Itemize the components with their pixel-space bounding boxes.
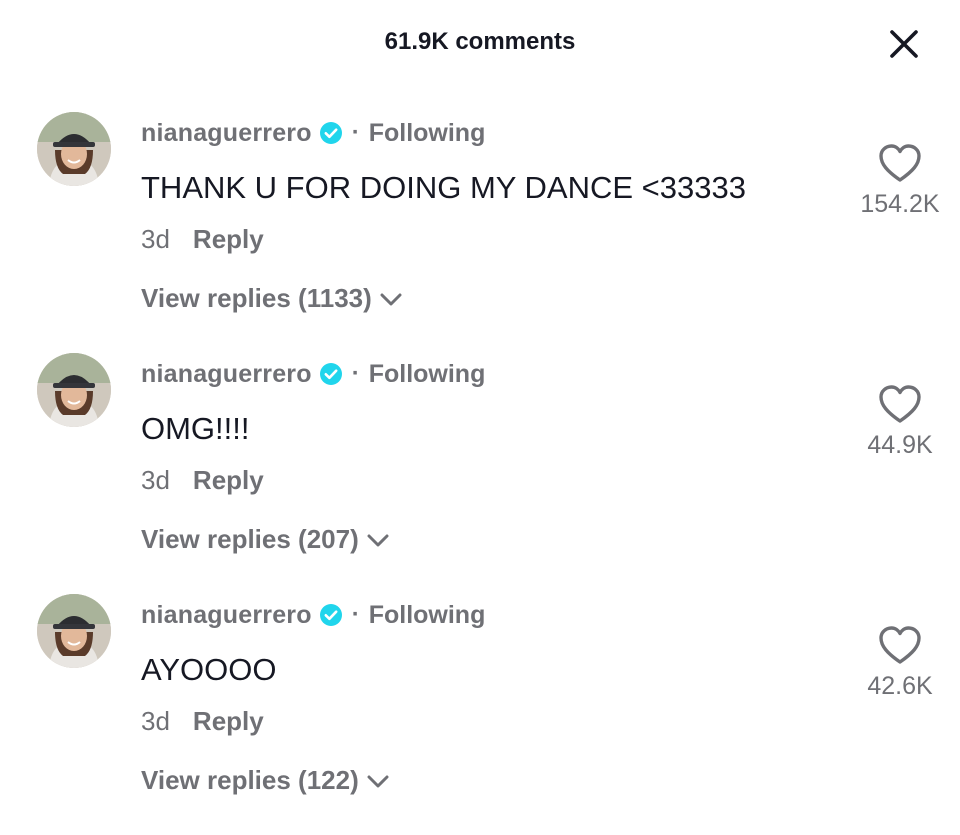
heart-outline-icon[interactable] xyxy=(877,142,923,184)
view-replies-label: View replies (1133) xyxy=(141,283,372,313)
view-replies-label: View replies (122) xyxy=(141,765,359,795)
view-replies-button[interactable]: View replies (1133) xyxy=(141,283,404,314)
comment-text: THANK U FOR DOING MY DANCE <33333 xyxy=(141,170,746,205)
following-label: Following xyxy=(368,359,486,388)
comment-header: nianaguerrero · Following xyxy=(141,598,485,632)
comments-header: 61.9K comments xyxy=(0,0,960,84)
username[interactable]: nianaguerrero xyxy=(141,119,312,148)
username[interactable]: nianaguerrero xyxy=(141,601,312,630)
avatar[interactable] xyxy=(37,112,111,186)
reply-button[interactable]: Reply xyxy=(193,465,264,496)
verified-badge-icon xyxy=(319,362,343,386)
comment-meta: 3d Reply xyxy=(141,465,264,496)
view-replies-label: View replies (207) xyxy=(141,524,359,554)
comment-timestamp: 3d xyxy=(141,224,170,254)
reply-button[interactable]: Reply xyxy=(193,224,264,255)
view-replies-button[interactable]: View replies (207) xyxy=(141,524,391,555)
following-label: Following xyxy=(368,118,486,147)
comment-header: nianaguerrero · Following xyxy=(141,357,485,391)
like-control: 44.9K xyxy=(830,383,960,460)
like-count: 42.6K xyxy=(867,672,933,700)
chevron-down-icon xyxy=(365,771,391,791)
chevron-down-icon xyxy=(378,289,404,309)
reply-button[interactable]: Reply xyxy=(193,706,264,737)
view-replies-button[interactable]: View replies (122) xyxy=(141,765,391,796)
verified-badge-icon xyxy=(319,603,343,627)
following-label: Following xyxy=(368,600,486,629)
like-count: 154.2K xyxy=(860,190,940,218)
avatar[interactable] xyxy=(37,353,111,427)
comment-text: AYOOOO xyxy=(141,652,277,687)
heart-outline-icon[interactable] xyxy=(877,624,923,666)
avatar[interactable] xyxy=(37,594,111,668)
separator-dot: · xyxy=(351,360,360,387)
comment-item: nianaguerrero · Following THANK U FOR DO… xyxy=(0,112,960,353)
like-control: 154.2K xyxy=(830,142,960,219)
username[interactable]: nianaguerrero xyxy=(141,360,312,389)
separator-dot: · xyxy=(351,119,360,146)
comment-timestamp: 3d xyxy=(141,706,170,736)
comment-item: nianaguerrero · Following OMG!!!! 3d Rep… xyxy=(0,353,960,594)
heart-outline-icon[interactable] xyxy=(877,383,923,425)
comments-count-title: 61.9K comments xyxy=(384,28,576,55)
verified-badge-icon xyxy=(319,121,343,145)
like-count: 44.9K xyxy=(867,431,933,459)
comment-meta: 3d Reply xyxy=(141,706,264,737)
like-control: 42.6K xyxy=(830,624,960,701)
comment-text: OMG!!!! xyxy=(141,411,250,446)
separator-dot: · xyxy=(351,601,360,628)
close-button[interactable] xyxy=(884,24,924,64)
close-icon xyxy=(890,30,918,58)
comment-timestamp: 3d xyxy=(141,465,170,495)
comment-item: nianaguerrero · Following AYOOOO 3d Repl… xyxy=(0,594,960,835)
chevron-down-icon xyxy=(365,530,391,550)
comment-meta: 3d Reply xyxy=(141,224,264,255)
comment-header: nianaguerrero · Following xyxy=(141,116,485,150)
